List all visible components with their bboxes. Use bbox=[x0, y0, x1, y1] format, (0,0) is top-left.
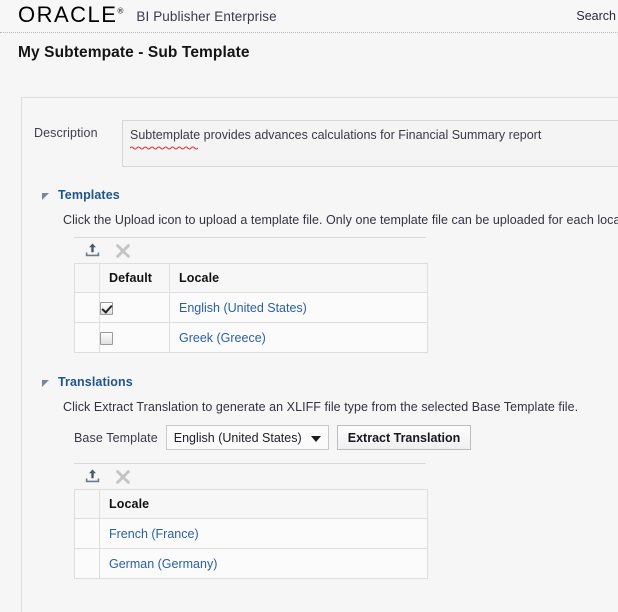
translations-table: Locale French (France) German (Germany) bbox=[74, 489, 428, 579]
templates-table-header-row: Default Locale bbox=[74, 263, 428, 293]
templates-section-title: Templates bbox=[58, 188, 120, 202]
description-field-wrapper bbox=[114, 120, 618, 172]
locale-cell[interactable]: French (France) bbox=[99, 518, 428, 549]
default-checkbox[interactable] bbox=[100, 331, 113, 345]
locale-link[interactable]: English (United States) bbox=[179, 301, 307, 315]
search-link[interactable]: Search bbox=[576, 9, 616, 23]
templates-col-locale-header: Locale bbox=[169, 263, 428, 293]
page-title-bar: My Subtempate - Sub Template bbox=[0, 33, 618, 72]
base-template-row: Base Template English (United States) Ex… bbox=[74, 425, 618, 450]
application-name: BI Publisher Enterprise bbox=[136, 8, 277, 24]
disclosure-triangle-expanded-icon[interactable] bbox=[42, 192, 49, 200]
row-select-cell[interactable] bbox=[74, 322, 100, 353]
upload-icon[interactable] bbox=[82, 467, 102, 487]
templates-section-hint: Click the Upload icon to upload a templa… bbox=[63, 213, 618, 227]
description-row: Description bbox=[22, 98, 618, 180]
row-select-cell[interactable] bbox=[74, 548, 100, 579]
row-select-cell[interactable] bbox=[74, 518, 100, 549]
default-checkbox-cell[interactable] bbox=[99, 322, 170, 353]
default-checkbox[interactable] bbox=[100, 301, 113, 315]
page-title: My Subtempate - Sub Template bbox=[18, 43, 250, 61]
description-input[interactable] bbox=[122, 120, 618, 167]
templates-col-default-header: Default bbox=[99, 263, 170, 293]
translations-col-select-header bbox=[74, 489, 100, 519]
global-branding-bar: ORACLE® BI Publisher Enterprise Search bbox=[0, 0, 618, 33]
base-template-select[interactable]: English (United States) bbox=[165, 425, 329, 450]
locale-link[interactable]: German (Germany) bbox=[109, 557, 217, 571]
extract-translation-button[interactable]: Extract Translation bbox=[336, 425, 472, 450]
table-row[interactable]: English (United States) bbox=[74, 292, 428, 323]
content-panel: Description Templates Click the Upload i… bbox=[21, 97, 618, 612]
templates-col-select-header bbox=[74, 263, 100, 293]
translations-section-hint: Click Extract Translation to generate an… bbox=[63, 400, 579, 414]
base-template-label: Base Template bbox=[74, 430, 158, 445]
delete-icon bbox=[113, 241, 133, 261]
oracle-logo-registered-mark: ® bbox=[117, 6, 124, 16]
default-checkbox-cell[interactable] bbox=[99, 292, 170, 323]
templates-section-header[interactable]: Templates bbox=[22, 184, 618, 206]
oracle-logo-text: ORACLE bbox=[18, 2, 118, 27]
translations-col-locale-header: Locale bbox=[99, 489, 428, 519]
translations-table-toolbar bbox=[74, 463, 426, 489]
delete-icon bbox=[113, 467, 133, 487]
locale-link[interactable]: Greek (Greece) bbox=[179, 331, 266, 345]
locale-cell[interactable]: Greek (Greece) bbox=[169, 322, 428, 353]
base-template-selected-value: English (United States) bbox=[173, 430, 302, 445]
translations-section-header[interactable]: Translations bbox=[22, 371, 618, 393]
templates-table: Default Locale English (United States) G… bbox=[74, 263, 428, 353]
table-row[interactable]: Greek (Greece) bbox=[74, 322, 428, 353]
locale-cell[interactable]: German (Germany) bbox=[99, 548, 428, 579]
locale-link[interactable]: French (France) bbox=[109, 527, 199, 541]
row-select-cell[interactable] bbox=[74, 292, 100, 323]
translations-section-title: Translations bbox=[58, 375, 133, 389]
chevron-down-icon[interactable] bbox=[310, 436, 321, 442]
oracle-logo: ORACLE® bbox=[18, 4, 123, 26]
locale-cell[interactable]: English (United States) bbox=[169, 292, 428, 323]
upload-icon[interactable] bbox=[82, 241, 102, 261]
description-label: Description bbox=[34, 126, 98, 140]
disclosure-triangle-expanded-icon[interactable] bbox=[42, 379, 49, 387]
table-row[interactable]: French (France) bbox=[74, 518, 428, 549]
translations-table-header-row: Locale bbox=[74, 489, 428, 519]
templates-table-toolbar bbox=[74, 237, 426, 263]
table-row[interactable]: German (Germany) bbox=[74, 548, 428, 579]
